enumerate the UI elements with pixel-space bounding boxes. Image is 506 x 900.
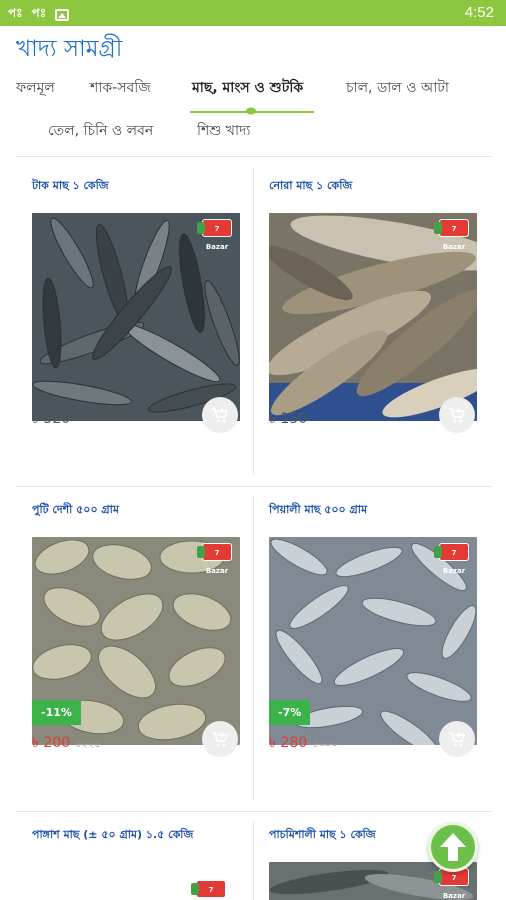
add-cart-icon [212, 732, 229, 747]
tab-baby-food[interactable]: শিশু খাদ্য [197, 119, 250, 143]
product-card[interactable]: পাঙ্গাশ মাছ (± ৫০ গ্রাম) ১.৫ কেজি 7 Baza… [32, 826, 254, 900]
store-badge: 7 Bazar [191, 880, 226, 898]
product-title[interactable]: পুটি দেশী ৫০০ গ্রাম [32, 501, 119, 520]
divider [16, 486, 492, 487]
status-bar: পঃ পঃ 4:52 [0, 0, 506, 26]
discount-badge: -11% [32, 700, 81, 725]
store-badge: 7 Bazar [197, 543, 232, 575]
product-image[interactable]: 7 Bazar -7% [269, 537, 477, 745]
add-cart-icon [449, 408, 466, 423]
add-to-cart-button[interactable] [202, 397, 238, 433]
product-title[interactable]: পাচমিশালী মাছ ১ কেজি [269, 826, 376, 845]
pb-icon: পঃ [8, 6, 23, 20]
divider [16, 811, 492, 812]
product-card[interactable]: নোরা মাছ ১ কেজি 7 Bazar ৳ 150 [269, 177, 491, 477]
discount-badge: -7% [269, 700, 311, 725]
store-badge: 7 Bazar [197, 219, 232, 251]
product-price: ৳ 280 ৳৩০০ [269, 731, 338, 755]
add-to-cart-button[interactable] [439, 721, 475, 757]
tab-vegetables[interactable]: শাক-সবজি [90, 76, 151, 100]
product-title[interactable]: টাক মাছ ১ কেজি [32, 177, 109, 196]
old-price: ৳৩০০ [313, 739, 338, 750]
product-title[interactable]: পিয়ালী মাছ ৫০০ গ্রাম [269, 501, 367, 520]
store-badge: 7 Bazar [434, 543, 469, 575]
product-card[interactable]: টাক মাছ ১ কেজি 7 Bazar ৳ 520 [32, 177, 254, 477]
sale-price: ৳ 200 [32, 735, 71, 751]
product-title[interactable]: পাঙ্গাশ মাছ (± ৫০ গ্রাম) ১.৫ কেজি [32, 826, 193, 845]
product-price: ৳ 200 ৳২২৫ [32, 731, 101, 755]
add-to-cart-button[interactable] [439, 397, 475, 433]
scroll-to-top-button[interactable] [428, 822, 478, 872]
product-price: ৳ 150 [269, 411, 308, 427]
add-cart-icon [449, 732, 466, 747]
tab-fish-meat[interactable]: মাছ, মাংস ও শুটকি [192, 76, 303, 100]
product-image[interactable]: 7 Bazar [32, 862, 240, 900]
sale-price: ৳ 280 [269, 735, 308, 751]
product-image[interactable]: 7 Bazar -11% [32, 537, 240, 745]
product-price: ৳ 520 [32, 411, 71, 427]
product-card[interactable]: পুটি দেশী ৫০০ গ্রাম 7 Bazar -11% ৳ 200 ৳২… [32, 501, 254, 801]
add-to-cart-button[interactable] [202, 721, 238, 757]
add-cart-icon [212, 408, 229, 423]
pb-icon: পঃ [31, 6, 47, 20]
status-time: 4:52 [464, 4, 494, 21]
image-icon [55, 9, 70, 21]
arrow-up-icon [440, 833, 466, 861]
tab-rice-dal[interactable]: চাল, ডাল ও আটা [346, 76, 449, 100]
status-icons: পঃ পঃ [8, 5, 70, 25]
active-tab-indicator [190, 111, 314, 113]
divider [16, 156, 492, 157]
tab-fruits[interactable]: ফলমূল [16, 76, 55, 100]
store-badge: 7 Bazar [434, 219, 469, 251]
tab-oil-sugar[interactable]: তেল, চিনি ও লবন [48, 119, 153, 143]
old-price: ৳২২৫ [76, 739, 101, 750]
page-title: খাদ্য সামগ্রী [16, 36, 123, 62]
product-image[interactable]: 7 Bazar [32, 213, 240, 421]
product-image[interactable]: 7 Bazar [269, 213, 477, 421]
product-card[interactable]: পিয়ালী মাছ ৫০০ গ্রাম 7 Bazar -7% ৳ 280 ৳… [269, 501, 491, 801]
product-title[interactable]: নোরা মাছ ১ কেজি [269, 177, 352, 196]
